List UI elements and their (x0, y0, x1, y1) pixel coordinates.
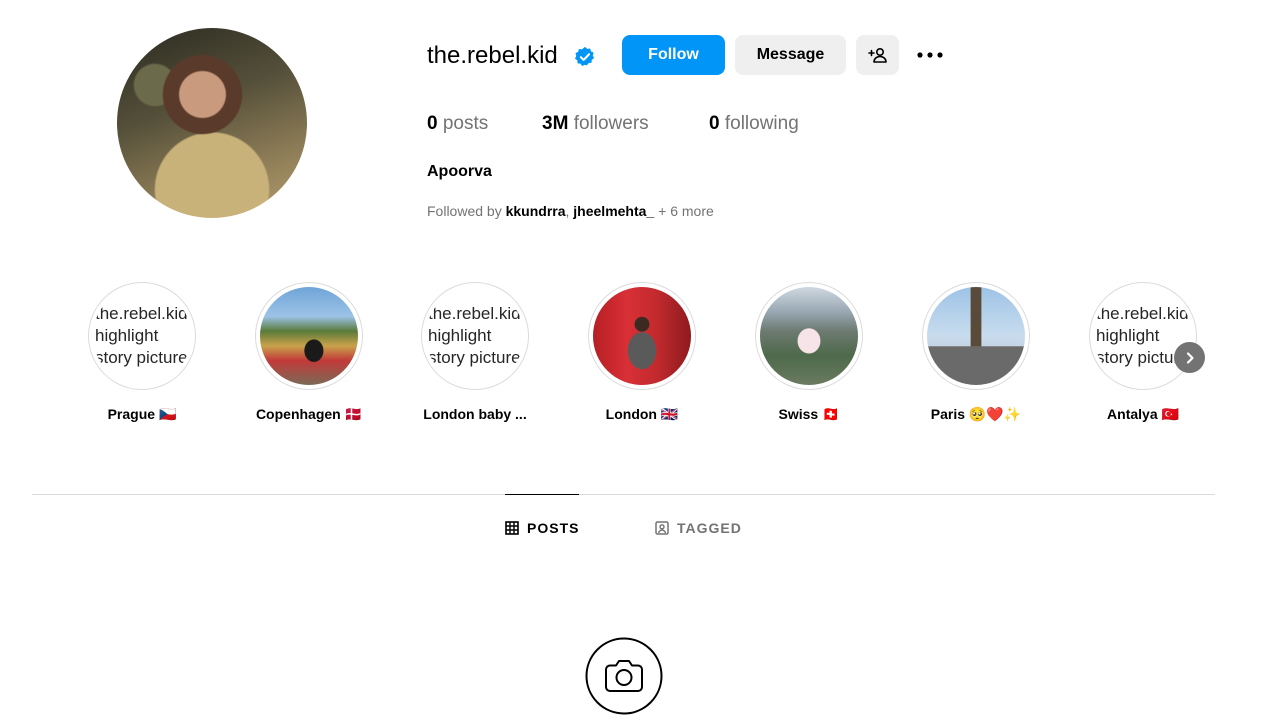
highlight-broken-image: the.rebel.kid highlight story picture (426, 287, 524, 385)
followed-by-prefix: Followed by (427, 203, 502, 219)
tab-tagged-label: TAGGED (677, 520, 742, 536)
following-stat[interactable]: 0 following (709, 112, 799, 136)
following-label: following (724, 113, 799, 134)
highlight-ring: the.rebel.kid highlight story picture (421, 282, 529, 390)
following-count: 0 (709, 113, 720, 134)
highlight-label: Prague 🇨🇿 (107, 406, 177, 422)
highlight-ring (922, 282, 1030, 390)
highlight-label: Paris 🥺❤️✨ (930, 406, 1022, 422)
posts-stat: 0 posts (427, 112, 488, 136)
posts-label: posts (442, 113, 489, 134)
followers-stat[interactable]: 3M followers (542, 112, 649, 136)
message-button[interactable]: Message (735, 35, 846, 75)
highlight-ring (255, 282, 363, 390)
highlights-next-button[interactable] (1174, 342, 1205, 373)
highlight-label: London baby ... (423, 406, 527, 422)
highlight-item[interactable]: the.rebel.kid highlight story picture Pr… (86, 282, 198, 423)
highlight-thumbnail (260, 287, 358, 385)
highlight-label: Copenhagen 🇩🇰 (255, 406, 363, 422)
highlight-ring (755, 282, 863, 390)
followers-count: 3M (542, 113, 569, 134)
grid-icon (505, 521, 519, 535)
tab-posts-label: POSTS (527, 520, 580, 536)
followers-label: followers (573, 113, 649, 134)
posts-count: 0 (427, 113, 438, 134)
tab-posts[interactable]: POSTS (505, 520, 579, 536)
highlight-item[interactable]: Copenhagen 🇩🇰 (253, 282, 365, 423)
highlight-broken-image: the.rebel.kid highlight story picture (93, 287, 191, 385)
highlight-label: Swiss 🇨🇭 (778, 406, 840, 422)
follow-button[interactable]: Follow (622, 35, 725, 75)
highlight-item[interactable]: the.rebel.kid highlight story picture Lo… (419, 282, 531, 422)
add-user-icon (867, 47, 887, 63)
highlight-label: London 🇬🇧 (605, 406, 679, 422)
tagged-user-icon (655, 521, 669, 535)
highlight-item[interactable]: Swiss 🇨🇭 (753, 282, 865, 423)
verified-badge-icon (575, 46, 595, 66)
highlight-thumbnail (593, 287, 691, 385)
followed-by-user[interactable]: kkundrra (506, 203, 566, 219)
followed-by-separator: , (565, 203, 570, 219)
highlight-thumbnail (927, 287, 1025, 385)
highlight-ring: the.rebel.kid highlight story picture (88, 282, 196, 390)
chevron-right-icon (1186, 351, 1194, 364)
highlight-thumbnail (760, 287, 858, 385)
highlight-broken-image: the.rebel.kid highlight story picture (1094, 287, 1192, 385)
followed-by-more[interactable]: + 6 more (658, 203, 714, 219)
suggested-users-button[interactable] (856, 35, 899, 75)
profile-username: the.rebel.kid (427, 42, 558, 69)
tabs-divider (32, 494, 1215, 495)
highlight-item[interactable]: London 🇬🇧 (586, 282, 698, 423)
followed-by-user[interactable]: jheelmehta_ (573, 203, 654, 219)
highlight-label: Antalya 🇹🇷 (1107, 406, 1179, 422)
camera-icon (585, 637, 663, 715)
highlight-ring (588, 282, 696, 390)
active-tab-indicator (505, 494, 579, 495)
highlight-item[interactable]: Paris 🥺❤️✨ (920, 282, 1032, 423)
highlight-ring: the.rebel.kid highlight story picture (1089, 282, 1197, 390)
profile-full-name: Apoorva (427, 163, 492, 180)
more-options-icon (917, 52, 943, 58)
profile-avatar[interactable] (117, 28, 307, 218)
followed-by[interactable]: Followed by kkundrra, jheelmehta_ + 6 mo… (427, 203, 714, 219)
more-options-button[interactable] (910, 35, 950, 75)
tab-tagged[interactable]: TAGGED (655, 520, 742, 536)
